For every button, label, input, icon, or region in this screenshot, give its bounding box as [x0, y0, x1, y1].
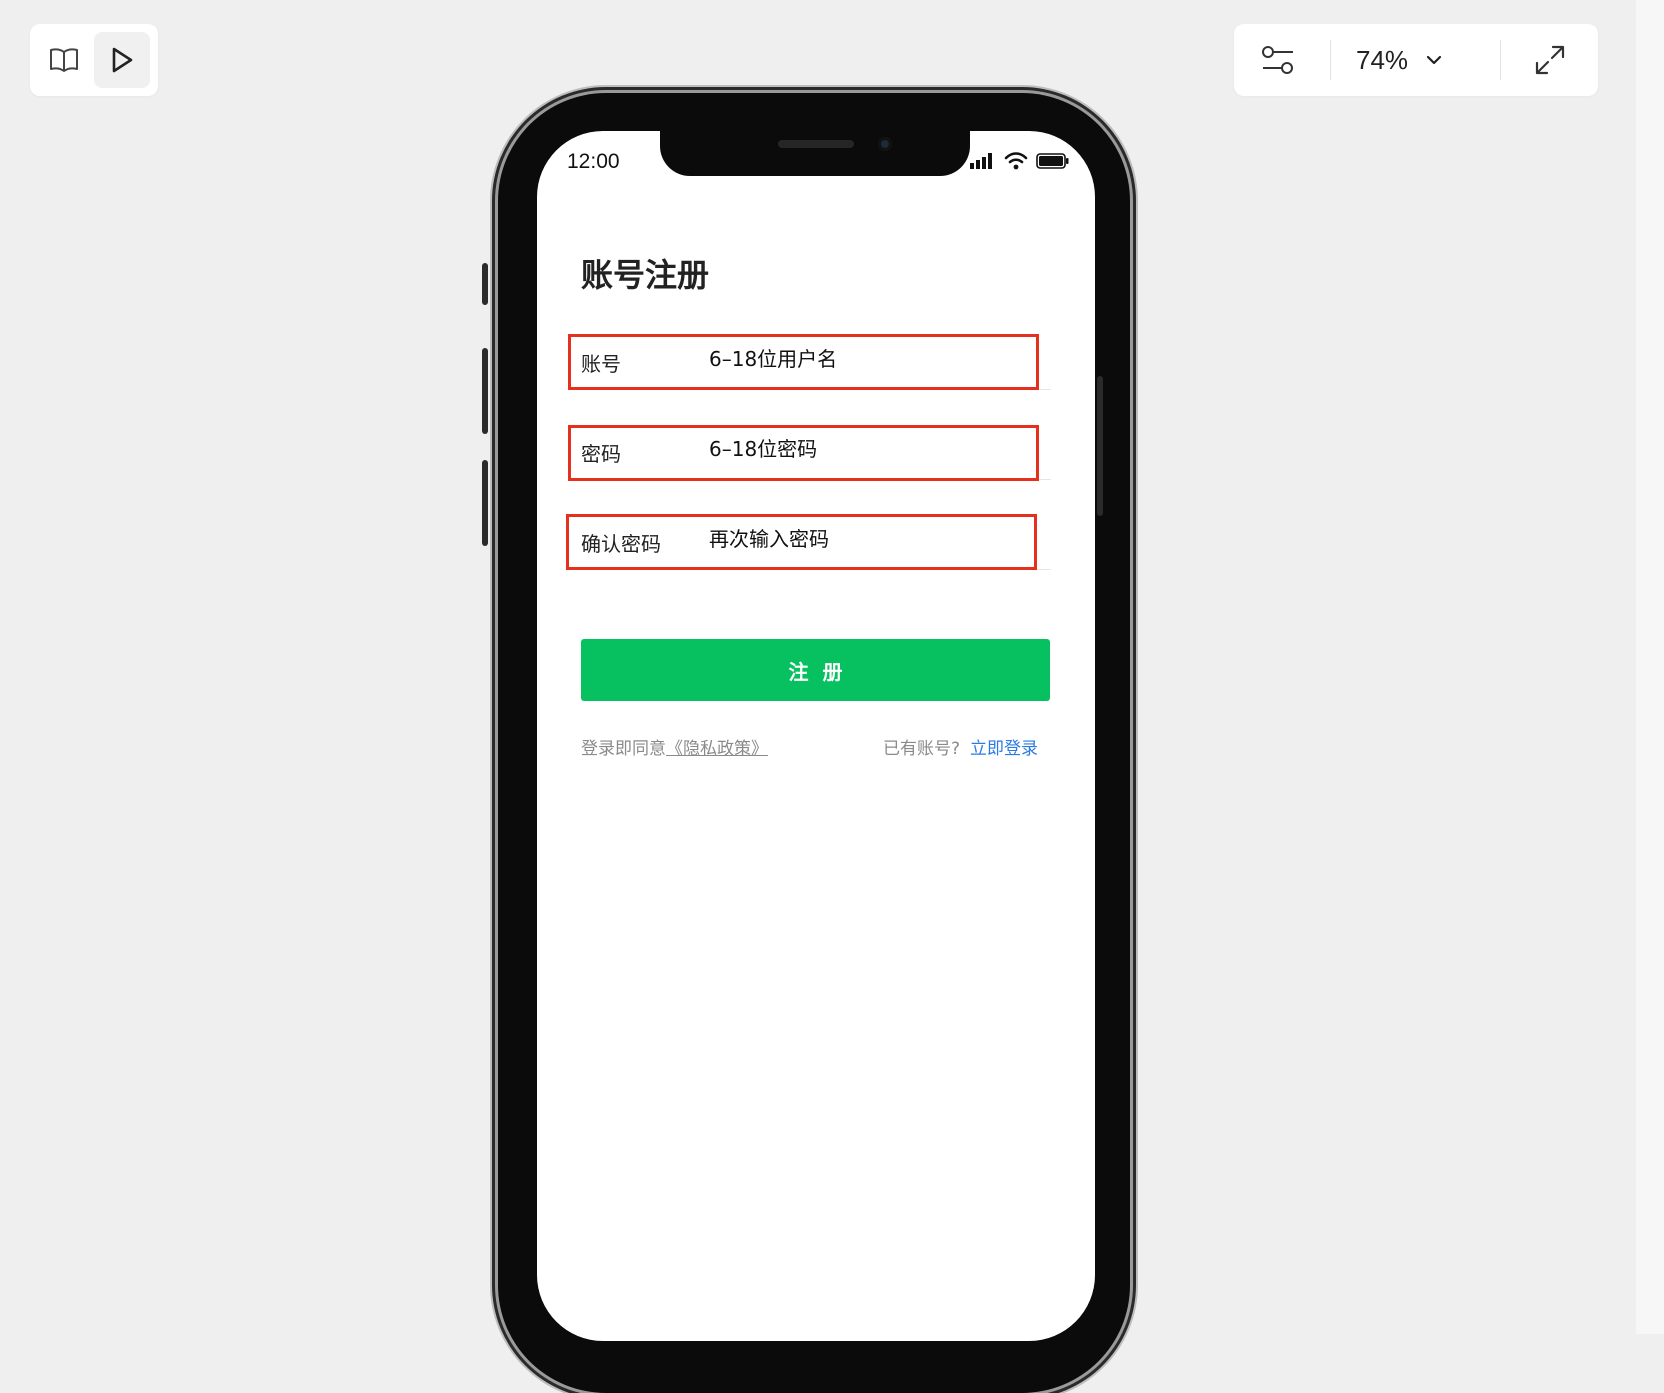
docs-button[interactable]: [36, 32, 92, 88]
phone-mute-switch: [482, 263, 488, 305]
phone-power-button: [1097, 376, 1103, 516]
register-button[interactable]: 注册: [581, 639, 1050, 701]
account-label: 账号: [581, 352, 621, 376]
toolbar-divider: [1500, 40, 1501, 80]
privacy-notice: 登录即同意《隐私政策》: [581, 734, 768, 759]
page-title: 账号注册: [581, 256, 710, 294]
account-row: 账号: [581, 320, 1051, 390]
has-account-text: 已有账号?: [883, 739, 961, 759]
confirm-password-label: 确认密码: [581, 532, 661, 556]
zoom-level: 74%: [1356, 44, 1409, 75]
phone-volume-down: [482, 460, 488, 546]
play-icon: [112, 47, 133, 73]
phone-volume-up: [482, 348, 488, 434]
field-divider: [581, 479, 1051, 480]
status-time: 12:00: [567, 150, 620, 173]
wifi-icon: [1004, 152, 1028, 170]
field-divider: [581, 569, 1051, 570]
login-now-link[interactable]: 立即登录: [970, 739, 1038, 759]
toolbar-divider: [1330, 40, 1331, 80]
field-divider: [581, 389, 1051, 390]
book-open-icon: [50, 48, 78, 72]
left-toolbar: [30, 24, 158, 96]
agree-prefix: 登录即同意: [581, 739, 666, 759]
password-input[interactable]: [709, 434, 1019, 464]
expand-arrows-icon: [1535, 45, 1565, 75]
battery-icon: [1036, 153, 1069, 169]
privacy-policy-link[interactable]: 《隐私政策》: [666, 739, 768, 759]
signal-icon: [970, 153, 992, 169]
chevron-down-icon: [1426, 55, 1442, 65]
phone-speaker: [778, 140, 854, 148]
login-prompt: 已有账号? 立即登录: [883, 734, 1038, 759]
confirm-password-row: 确认密码: [581, 500, 1051, 570]
settings-button[interactable]: [1250, 32, 1306, 88]
password-row: 密码: [581, 410, 1051, 480]
confirm-password-input[interactable]: [709, 524, 1019, 554]
status-icons: [970, 152, 1070, 170]
sliders-icon: [1262, 46, 1293, 74]
fullscreen-button[interactable]: [1522, 32, 1578, 88]
canvas-edge: [1636, 0, 1664, 1334]
account-input[interactable]: [709, 344, 1019, 374]
zoom-select[interactable]: 74%: [1356, 36, 1442, 84]
preview-play-button[interactable]: [94, 32, 150, 88]
phone-camera: [878, 137, 892, 151]
password-label: 密码: [581, 442, 621, 466]
right-toolbar: 74%: [1234, 24, 1598, 96]
phone-notch: [660, 124, 970, 176]
